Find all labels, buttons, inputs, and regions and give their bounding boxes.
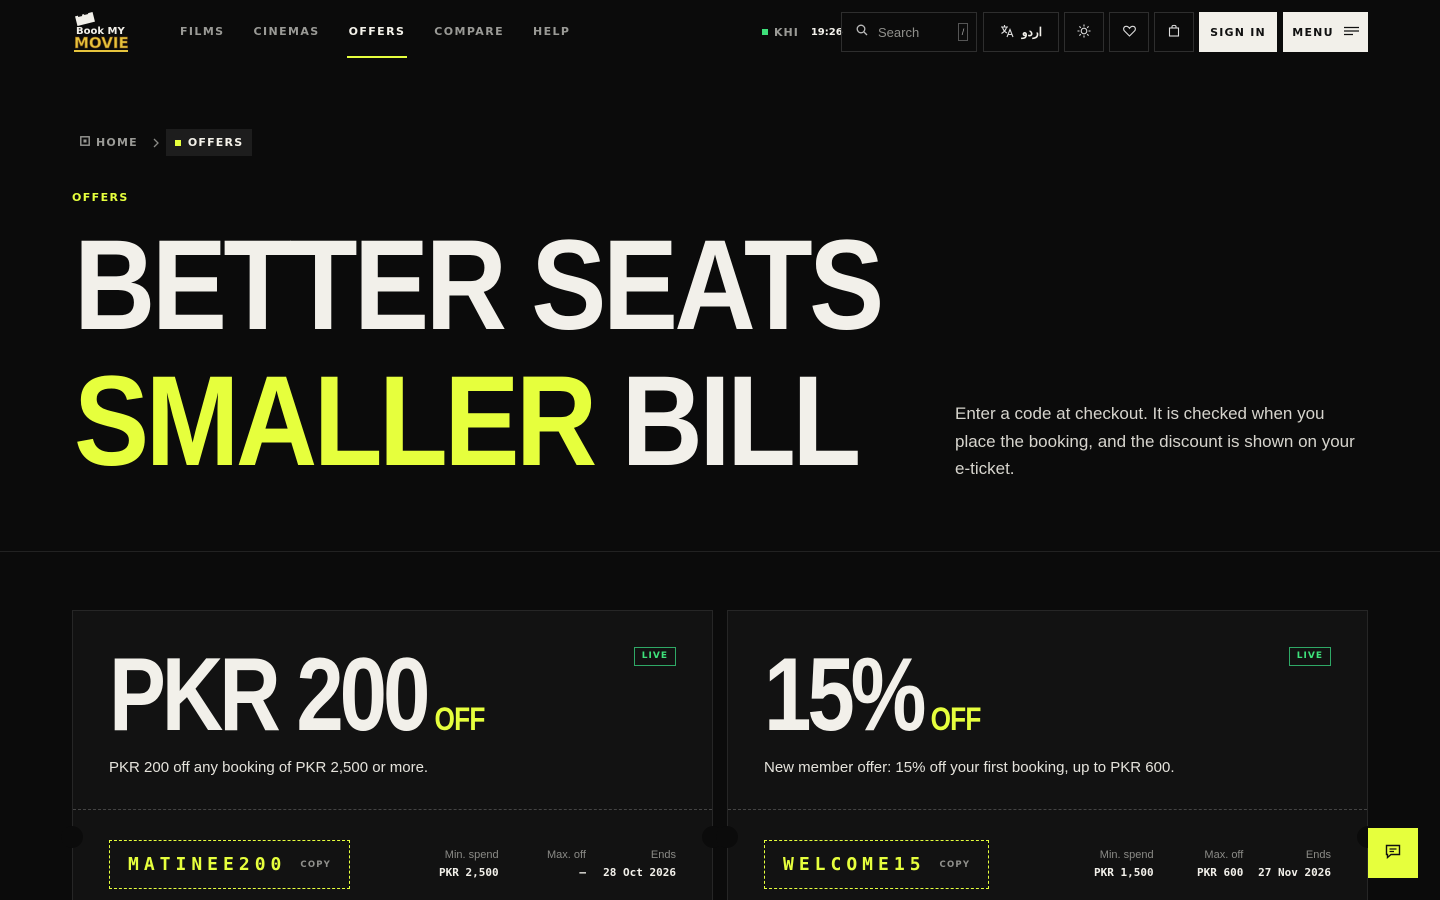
bag-icon [1168,24,1180,40]
main-nav: FILMS CINEMAS OFFERS COMPARE HELP [180,0,599,64]
max-off-label: Max. off [1204,849,1244,861]
section-divider [0,551,1440,552]
current-marker [174,139,181,146]
ticket-notch [61,826,83,848]
sign-in-button[interactable]: SIGN IN [1199,12,1277,52]
offer-amount-value: PKR 200 [109,637,430,753]
theme-toggle-button[interactable] [1064,12,1104,52]
offer-card: 15% OFF LIVE New member offer: 15% off yo… [716,610,1379,900]
offer-description: PKR 200 off any booking of PKR 2,500 or … [109,759,429,776]
copy-code-button[interactable]: COPY [300,860,331,870]
status-badge: LIVE [633,647,676,666]
search-shortcut: / [958,23,968,41]
promo-code-box[interactable]: WELCOME15 COPY [764,840,990,889]
search-input[interactable] [878,24,948,40]
breadcrumb-current-label: OFFERS [187,136,244,149]
chat-icon [1385,844,1401,862]
nav-films[interactable]: FILMS [180,0,225,64]
max-off-value: PKR 600 [1197,866,1244,879]
ends: Ends 27 Nov 2026 [1258,849,1331,879]
section-eyebrow: OFFERS [72,191,129,204]
promo-code-box[interactable]: MATINEE200 COPY [109,840,351,889]
offer-description: New member offer: 15% off your first boo… [764,759,1175,776]
headline-rest: BILL [621,350,862,493]
menu-lines-icon [1343,26,1359,39]
headline-line-1: BETTER SEATS [74,214,884,357]
search-icon [856,23,868,41]
hero-description: Enter a code at checkout. It is checked … [955,404,1355,478]
ends-label: Ends [1305,849,1331,861]
offer-off-label: OFF [930,701,982,737]
offer-off-label: OFF [434,701,486,737]
ends-value: 27 Nov 2026 [1258,866,1331,879]
headline-accent: SMALLER [74,350,597,493]
logo-icon[interactable]: Book MY MOVIE [72,10,130,54]
offer-amount-value: 15% [764,637,926,753]
ends-value: 28 Oct 2026 [603,866,676,879]
menu-label: MENU [1292,25,1334,39]
min-spend: Min. spend PKR 2,500 [439,849,499,879]
translate-icon [1000,24,1014,41]
max-off: Max. off – [547,849,586,879]
page-title: BETTER SEATS SMALLER BILL [74,214,884,490]
ticket-perforation [73,809,712,810]
max-off-value: – [579,866,586,879]
chat-button[interactable] [1368,828,1418,878]
headline-line-2: SMALLER BILL [74,354,881,490]
chevron-right-icon [152,138,160,148]
logo-text-main: MOVIE [74,34,129,52]
min-spend-value: PKR 1,500 [1094,866,1154,879]
heart-icon [1122,25,1136,40]
language-button[interactable]: اردو [983,12,1059,52]
ticket-perforation [728,809,1367,810]
favourites-button[interactable] [1109,12,1149,52]
ends: Ends 28 Oct 2026 [603,849,676,879]
breadcrumb-current: OFFERS [165,129,253,156]
min-spend: Min. spend PKR 1,500 [1094,849,1154,879]
menu-button[interactable]: MENU [1283,12,1368,52]
nav-help[interactable]: HELP [533,0,570,64]
top-navigation: Book MY MOVIE FILMS CINEMAS OFFERS COMPA… [0,0,1440,64]
offer-amount: 15% OFF [764,643,981,771]
min-spend-label: Min. spend [444,849,499,861]
breadcrumb: HOME OFFERS [72,129,253,156]
breadcrumb-home[interactable]: HOME [72,136,146,149]
min-spend-label: Min. spend [1099,849,1154,861]
offer-amount: PKR 200 OFF [109,643,485,771]
promo-code: WELCOME15 [783,854,926,875]
cart-button[interactable] [1154,12,1194,52]
nav-compare[interactable]: COMPARE [434,0,504,64]
max-off-label: Max. off [547,849,586,861]
search-box[interactable]: / [841,12,977,52]
language-label: اردو [1021,25,1043,39]
local-clock: KHI 19:26 [762,24,843,40]
nav-offers[interactable]: OFFERS [346,0,407,64]
promo-code: MATINEE200 [128,854,287,875]
status-dot [762,29,768,35]
ends-label: Ends [650,849,676,861]
clock-time: 19:26 [810,26,843,38]
breadcrumb-home-label: HOME [96,136,138,149]
ticket-notch [716,826,738,848]
copy-code-button[interactable]: COPY [940,860,971,870]
min-spend-value: PKR 2,500 [439,866,499,879]
home-icon [80,136,90,149]
nav-cinemas[interactable]: CINEMAS [254,0,320,64]
offer-card: PKR 200 OFF LIVE PKR 200 off any booking … [61,610,724,900]
sun-icon [1077,24,1091,41]
status-badge: LIVE [1288,647,1331,666]
clock-city: KHI [774,25,799,39]
max-off: Max. off PKR 600 [1197,849,1243,879]
